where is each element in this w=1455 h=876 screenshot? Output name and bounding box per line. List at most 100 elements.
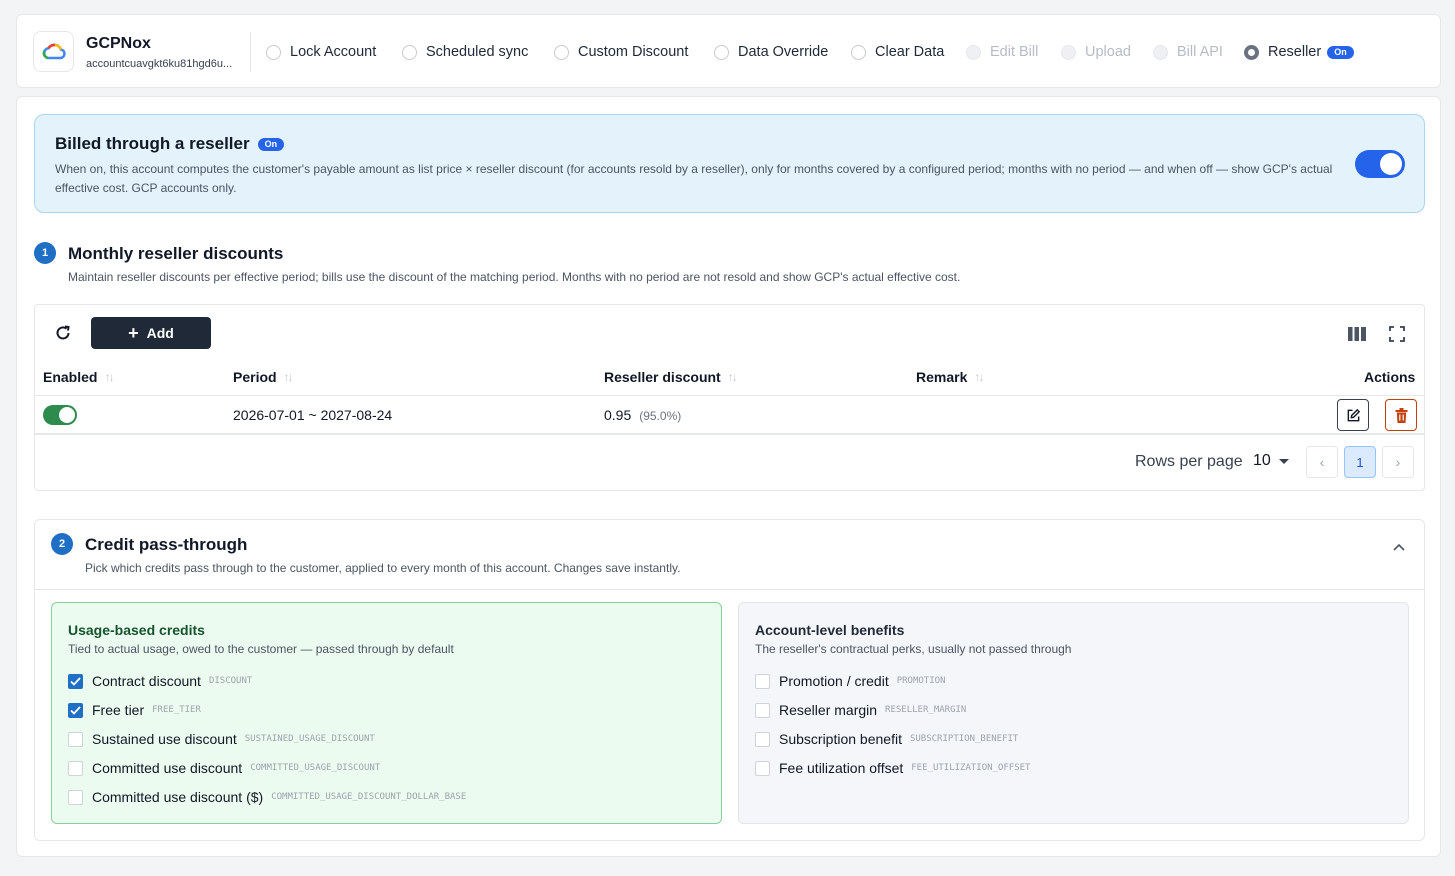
radio-icon[interactable] xyxy=(714,44,729,60)
credit-label: Fee utilization offset xyxy=(779,760,904,776)
checkbox[interactable] xyxy=(68,702,83,718)
refresh-icon[interactable] xyxy=(52,322,74,344)
credit-option-committed-usage[interactable]: Committed use discount COMMITTED_USAGE_D… xyxy=(68,760,380,776)
column-label: Enabled xyxy=(43,369,98,385)
credit-option-reseller-margin[interactable]: Reseller margin RESELLER_MARGIN xyxy=(755,702,966,718)
prev-page-button[interactable]: ‹ xyxy=(1306,446,1338,478)
discount-value: 0.95 xyxy=(604,407,632,423)
status-badge: On xyxy=(257,137,285,151)
checkbox[interactable] xyxy=(68,760,83,776)
panel-title: Account-level benefits xyxy=(755,622,905,638)
account-header: GCPNox accountcuavgkt6ku81hgd6u... Lock … xyxy=(16,14,1441,88)
option-scheduled-sync[interactable]: Scheduled sync xyxy=(402,43,528,61)
credit-code: COMMITTED_USAGE_DISCOUNT_DOLLAR_BASE xyxy=(271,792,467,802)
option-lock-account[interactable]: Lock Account xyxy=(266,43,376,61)
sort-icon: ↑↓ xyxy=(104,370,114,384)
radio-icon[interactable] xyxy=(851,44,866,60)
header-divider xyxy=(250,32,251,72)
checkbox[interactable] xyxy=(755,702,770,718)
option-label: Clear Data xyxy=(875,44,945,60)
credit-label: Sustained use discount xyxy=(92,731,237,747)
radio-icon[interactable] xyxy=(266,44,281,60)
chevron-right-icon: › xyxy=(1395,454,1401,470)
option-label: Custom Discount xyxy=(578,44,689,60)
step-number-badge: 1 xyxy=(34,242,56,264)
credit-option-promotion[interactable]: Promotion / credit PROMOTION xyxy=(755,673,946,689)
column-header-remark[interactable]: Remark ↑↓ xyxy=(916,369,984,385)
radio-icon xyxy=(1061,44,1076,60)
checkbox[interactable] xyxy=(68,789,83,805)
sort-icon: ↑↓ xyxy=(727,370,738,384)
checkbox[interactable] xyxy=(68,731,83,747)
column-label: Actions xyxy=(1364,369,1416,385)
option-label: Bill API xyxy=(1177,44,1223,60)
credit-option-discount[interactable]: Contract discount DISCOUNT xyxy=(68,673,252,689)
credit-label: Reseller margin xyxy=(779,702,878,718)
option-data-override[interactable]: Data Override xyxy=(714,43,828,61)
column-header-enabled[interactable]: Enabled ↑↓ xyxy=(43,369,114,385)
discount-percent: (95.0%) xyxy=(639,409,682,423)
section-description: Maintain reseller discounts per effectiv… xyxy=(68,270,961,284)
reseller-toggle[interactable] xyxy=(1355,150,1405,178)
edit-button[interactable] xyxy=(1337,399,1369,431)
checkbox[interactable] xyxy=(755,760,770,776)
chevron-up-icon[interactable] xyxy=(1390,538,1408,556)
option-bill-api: Bill API xyxy=(1153,43,1223,61)
credit-label: Free tier xyxy=(92,702,145,718)
option-label: Scheduled sync xyxy=(426,44,529,60)
enabled-toggle[interactable] xyxy=(43,405,77,425)
option-label: Edit Bill xyxy=(990,44,1039,60)
banner-description: When on, this account computes the custo… xyxy=(55,162,1333,195)
checkbox[interactable] xyxy=(68,673,83,689)
section-description: Pick which credits pass through to the c… xyxy=(85,561,681,575)
column-header-discount[interactable]: Reseller discount ↑↓ xyxy=(604,369,738,385)
panel-description: Tied to actual usage, owed to the custom… xyxy=(68,642,454,656)
credit-option-fee-utilization[interactable]: Fee utilization offset FEE_UTILIZATION_O… xyxy=(755,760,1030,776)
credit-code: COMMITTED_USAGE_DISCOUNT xyxy=(250,763,381,773)
credit-label: Committed use discount ($) xyxy=(92,789,264,805)
fullscreen-icon[interactable] xyxy=(1386,323,1408,345)
gcp-cloud-logo-icon xyxy=(33,31,74,72)
chevron-down-icon xyxy=(1278,458,1289,464)
column-header-period[interactable]: Period ↑↓ xyxy=(233,369,294,385)
rows-per-page-label: Rows per page xyxy=(1135,453,1243,470)
toggle-knob xyxy=(1380,153,1402,175)
columns-icon[interactable] xyxy=(1346,323,1368,345)
credit-option-free-tier[interactable]: Free tier FREE_TIER xyxy=(68,702,201,718)
radio-icon xyxy=(1153,44,1168,60)
section-divider xyxy=(35,589,1424,590)
page-button-current[interactable]: 1 xyxy=(1344,446,1376,478)
sort-icon: ↑↓ xyxy=(974,370,984,384)
checkbox[interactable] xyxy=(755,731,770,747)
rows-per-page-select[interactable]: 10 xyxy=(1253,452,1289,470)
option-custom-discount[interactable]: Custom Discount xyxy=(554,43,688,61)
usage-credits-panel: Usage-based credits Tied to actual usage… xyxy=(51,602,722,824)
credit-code: PROMOTION xyxy=(896,676,946,686)
radio-icon[interactable] xyxy=(402,44,417,60)
table-row-divider xyxy=(35,433,1424,435)
credit-option-committed-usage-dollar[interactable]: Committed use discount ($) COMMITTED_USA… xyxy=(68,789,466,805)
add-button-label: Add xyxy=(146,325,174,341)
option-clear-data[interactable]: Clear Data xyxy=(851,43,944,61)
rows-per-page-value: 10 xyxy=(1253,452,1271,469)
credit-option-subscription-benefit[interactable]: Subscription benefit SUBSCRIPTION_BENEFI… xyxy=(755,731,1018,747)
credit-code: SUSTAINED_USAGE_DISCOUNT xyxy=(244,734,375,744)
radio-icon[interactable] xyxy=(1244,44,1259,60)
checkbox[interactable] xyxy=(755,673,770,689)
option-label: Reseller xyxy=(1268,44,1322,60)
credit-option-sustained-usage[interactable]: Sustained use discount SUSTAINED_USAGE_D… xyxy=(68,731,375,747)
credit-code: SUBSCRIPTION_BENEFIT xyxy=(909,734,1019,744)
discount-cell: 0.95 (95.0%) xyxy=(604,407,681,423)
credit-label: Committed use discount xyxy=(92,760,243,776)
banner-title-row: Billed through a reseller On xyxy=(55,134,285,154)
option-reseller[interactable]: Reseller On xyxy=(1244,43,1354,61)
radio-icon[interactable] xyxy=(554,44,569,60)
column-label: Reseller discount xyxy=(604,369,721,385)
add-button[interactable]: + Add xyxy=(91,317,211,349)
next-page-button[interactable]: › xyxy=(1382,446,1414,478)
panel-title: Usage-based credits xyxy=(68,622,205,638)
account-benefits-panel: Account-level benefits The reseller's co… xyxy=(738,602,1409,824)
delete-button[interactable] xyxy=(1385,399,1417,431)
option-upload: Upload xyxy=(1061,43,1131,61)
credit-label: Subscription benefit xyxy=(779,731,902,747)
